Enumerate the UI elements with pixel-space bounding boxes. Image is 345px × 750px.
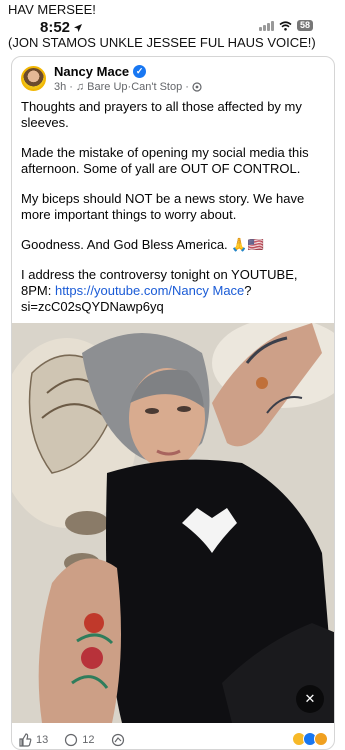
like-icon <box>19 733 32 747</box>
audio-track[interactable]: Bare Up·Can't Stop <box>87 81 182 93</box>
signal-icon <box>258 20 274 31</box>
caption-line-2: (JON STAMOS UNKLE JESSEE FUL HAUS VOICE!… <box>8 35 316 50</box>
like-count: 13 <box>36 734 49 746</box>
post-header: Nancy Mace ✓ 3h · ♫ Bare Up·Can't Stop · <box>21 64 202 93</box>
wifi-icon <box>279 20 292 31</box>
caption-line-1: HAV MERSEE! <box>8 2 96 17</box>
wow-reaction-icon <box>314 732 328 746</box>
share-action[interactable] <box>111 733 125 747</box>
post-time[interactable]: 3h <box>54 81 66 93</box>
mute-icon[interactable]: ✕ <box>296 685 324 713</box>
post-paragraph-link: I address the controversy tonight on YOU… <box>21 267 321 315</box>
clock-text: 8:52 <box>40 19 71 36</box>
share-icon <box>111 733 124 747</box>
like-action[interactable]: 13 <box>18 733 48 747</box>
post-paragraph: Thoughts and prayers to all those affect… <box>21 99 302 130</box>
author-name[interactable]: Nancy Mace <box>54 64 129 79</box>
post-actions: 13 12 <box>12 729 334 749</box>
verified-icon: ✓ <box>133 65 147 78</box>
separator: · <box>185 81 189 93</box>
youtube-link[interactable]: https://youtube.com/Nancy Mace <box>55 283 244 298</box>
status-icons: 58 <box>258 20 313 31</box>
post-body: Thoughts and prayers to all those affect… <box>21 99 321 329</box>
comment-action[interactable]: 12 <box>64 733 95 747</box>
comment-count: 12 <box>82 734 95 746</box>
battery-icon: 58 <box>296 20 313 31</box>
comment-icon <box>65 733 78 747</box>
photo-illustration <box>12 323 334 723</box>
post-paragraph: Goodness. And God Bless America. 🙏🇺🇸 <box>21 237 264 252</box>
globe-icon <box>192 82 202 92</box>
post-card: Nancy Mace ✓ 3h · ♫ Bare Up·Can't Stop ·… <box>11 56 335 750</box>
post-photo[interactable]: ✕ <box>12 323 334 723</box>
post-paragraph: Made the mistake of opening my social me… <box>21 145 309 176</box>
post-paragraph: My biceps should NOT be a news story. We… <box>21 191 305 222</box>
reaction-summary[interactable] <box>292 732 328 746</box>
avatar[interactable] <box>21 66 46 91</box>
music-note-icon: ♫ <box>75 81 85 93</box>
separator: · <box>69 81 73 93</box>
location-arrow-icon <box>74 23 83 32</box>
post-meta: 3h · ♫ Bare Up·Can't Stop · <box>54 81 202 93</box>
status-time: 8:52 <box>40 19 83 36</box>
